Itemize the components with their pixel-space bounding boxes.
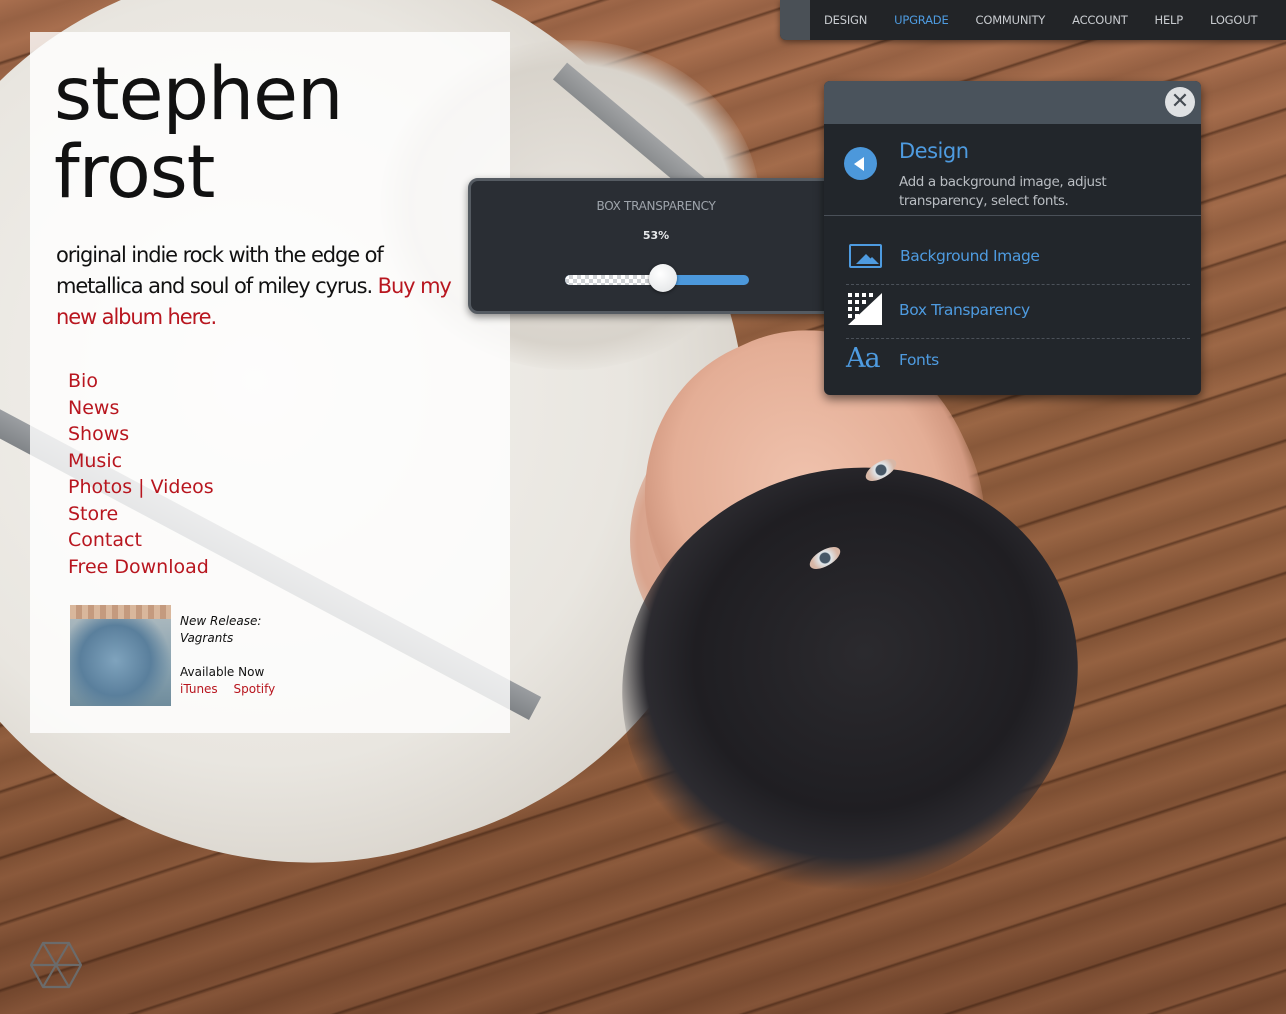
option-label: Background Image	[900, 247, 1040, 265]
itunes-link[interactable]: iTunes	[180, 682, 218, 696]
slider-value: 53%	[642, 229, 670, 242]
panel-header: ✕	[824, 81, 1201, 124]
back-arrow-icon[interactable]	[844, 147, 877, 180]
release-label: New Release:	[180, 614, 262, 628]
site-title: stephen frost	[54, 56, 343, 215]
topbar-community[interactable]: COMMUNITY	[976, 13, 1046, 27]
album-cover[interactable]	[70, 605, 171, 706]
topbar-design[interactable]: DESIGN	[824, 13, 867, 27]
slider-fill	[565, 275, 663, 285]
hexagon-logo-icon[interactable]	[30, 941, 82, 989]
site-nav: Bio News Shows Music Photos | Videos Sto…	[68, 368, 214, 580]
nav-link-music[interactable]: Music	[68, 450, 122, 472]
spotify-link[interactable]: Spotify	[234, 682, 276, 696]
topbar-account[interactable]: ACCOUNT	[1072, 13, 1128, 27]
tagline-text: original indie rock with the edge of met…	[56, 243, 384, 298]
image-icon	[849, 244, 882, 268]
transparency-slider-popover: BOX TRANSPARENCY 53%	[468, 178, 838, 314]
design-panel: ✕ Design Add a background image, adjust …	[824, 81, 1201, 395]
topbar-logout[interactable]: LOGOUT	[1210, 13, 1257, 27]
nav-link-shows[interactable]: Shows	[68, 423, 129, 445]
nav-link-free-download[interactable]: Free Download	[68, 556, 209, 578]
release-links: iTunes Spotify	[180, 682, 287, 696]
new-release: New Release: Vagrants Available Now iTun…	[70, 605, 330, 706]
content-box: stephen frost original indie rock with t…	[30, 32, 510, 733]
nav-link-store[interactable]: Store	[68, 503, 118, 525]
site-title-line2: frost	[54, 130, 215, 215]
slider-title: BOX TRANSPARENCY	[596, 199, 716, 213]
nav-link-contact[interactable]: Contact	[68, 529, 142, 551]
option-background-image[interactable]: Background Image	[846, 231, 1190, 285]
topbar-help[interactable]: HELP	[1155, 13, 1184, 27]
option-label: Fonts	[899, 351, 939, 369]
release-availability: Available Now	[180, 665, 265, 679]
admin-topbar: DESIGN UPGRADE COMMUNITY ACCOUNT HELP LO…	[780, 0, 1286, 40]
close-icon[interactable]: ✕	[1165, 87, 1195, 117]
nav-link-news[interactable]: News	[68, 397, 119, 419]
nav-link-photos-videos[interactable]: Photos | Videos	[68, 476, 214, 498]
transparency-slider-thumb[interactable]	[648, 264, 677, 292]
fonts-icon: Aa	[846, 343, 881, 374]
tagline: original indie rock with the edge of met…	[56, 240, 456, 333]
release-album-name: Vagrants	[180, 631, 234, 645]
panel-divider	[824, 215, 1201, 216]
topbar-menu: DESIGN UPGRADE COMMUNITY ACCOUNT HELP LO…	[824, 0, 1284, 40]
panel-description: Add a background image, adjust transpare…	[899, 174, 1107, 209]
release-info: New Release: Vagrants Available Now iTun…	[180, 613, 287, 698]
topbar-upgrade[interactable]: UPGRADE	[894, 13, 949, 27]
panel-title: Design	[899, 139, 969, 163]
option-box-transparency[interactable]: Box Transparency	[846, 285, 1190, 339]
transparency-icon	[848, 293, 882, 325]
option-label: Box Transparency	[899, 301, 1030, 319]
option-fonts[interactable]: Aa Fonts	[846, 339, 1190, 393]
nav-link-bio[interactable]: Bio	[68, 370, 98, 392]
topbar-handle[interactable]	[780, 0, 810, 40]
site-title-line1: stephen	[54, 52, 343, 137]
